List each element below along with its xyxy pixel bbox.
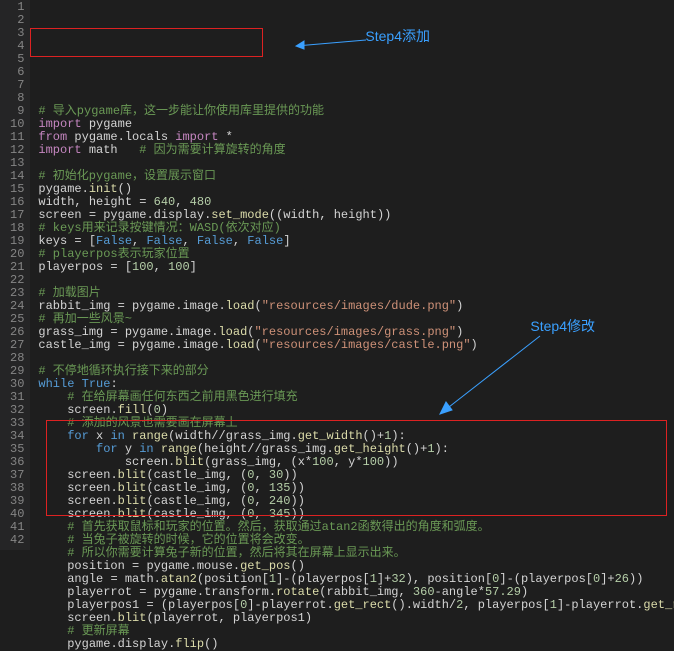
annotation-mod: Step4修改 [530,320,595,333]
annotation-add: Step4添加 [365,30,430,43]
code-line[interactable] [38,274,674,287]
code-line[interactable]: # 不停地循环执行接下来的部分 [38,365,674,378]
code-line[interactable]: rabbit_img = pygame.image.load("resource… [38,300,674,313]
line-number: 42 [10,534,24,547]
line-gutter: 1234567891011121314151617181920212223242… [0,0,30,550]
code-editor: 1234567891011121314151617181920212223242… [0,0,674,550]
code-line[interactable]: # 导入pygame库，这一步能让你使用库里提供的功能 [38,105,674,118]
arrow-add [290,26,370,50]
highlight-box-1 [30,28,263,57]
code-line[interactable]: import math # 因为需要计算旋转的角度 [38,144,674,157]
code-line[interactable]: playerpos = [100, 100] [38,261,674,274]
code-line[interactable]: castle_img = pygame.image.load("resource… [38,339,674,352]
code-line[interactable]: # 初始化pygame，设置展示窗口 [38,170,674,183]
code-area[interactable]: Step4添加 Step4修改 # 导入pygame库，这一步能让你使用库里提供… [30,0,674,550]
code-line[interactable]: screen.blit(playerrot, playerpos1) [38,612,674,625]
code-line[interactable]: pygame.display.flip() [38,638,674,651]
